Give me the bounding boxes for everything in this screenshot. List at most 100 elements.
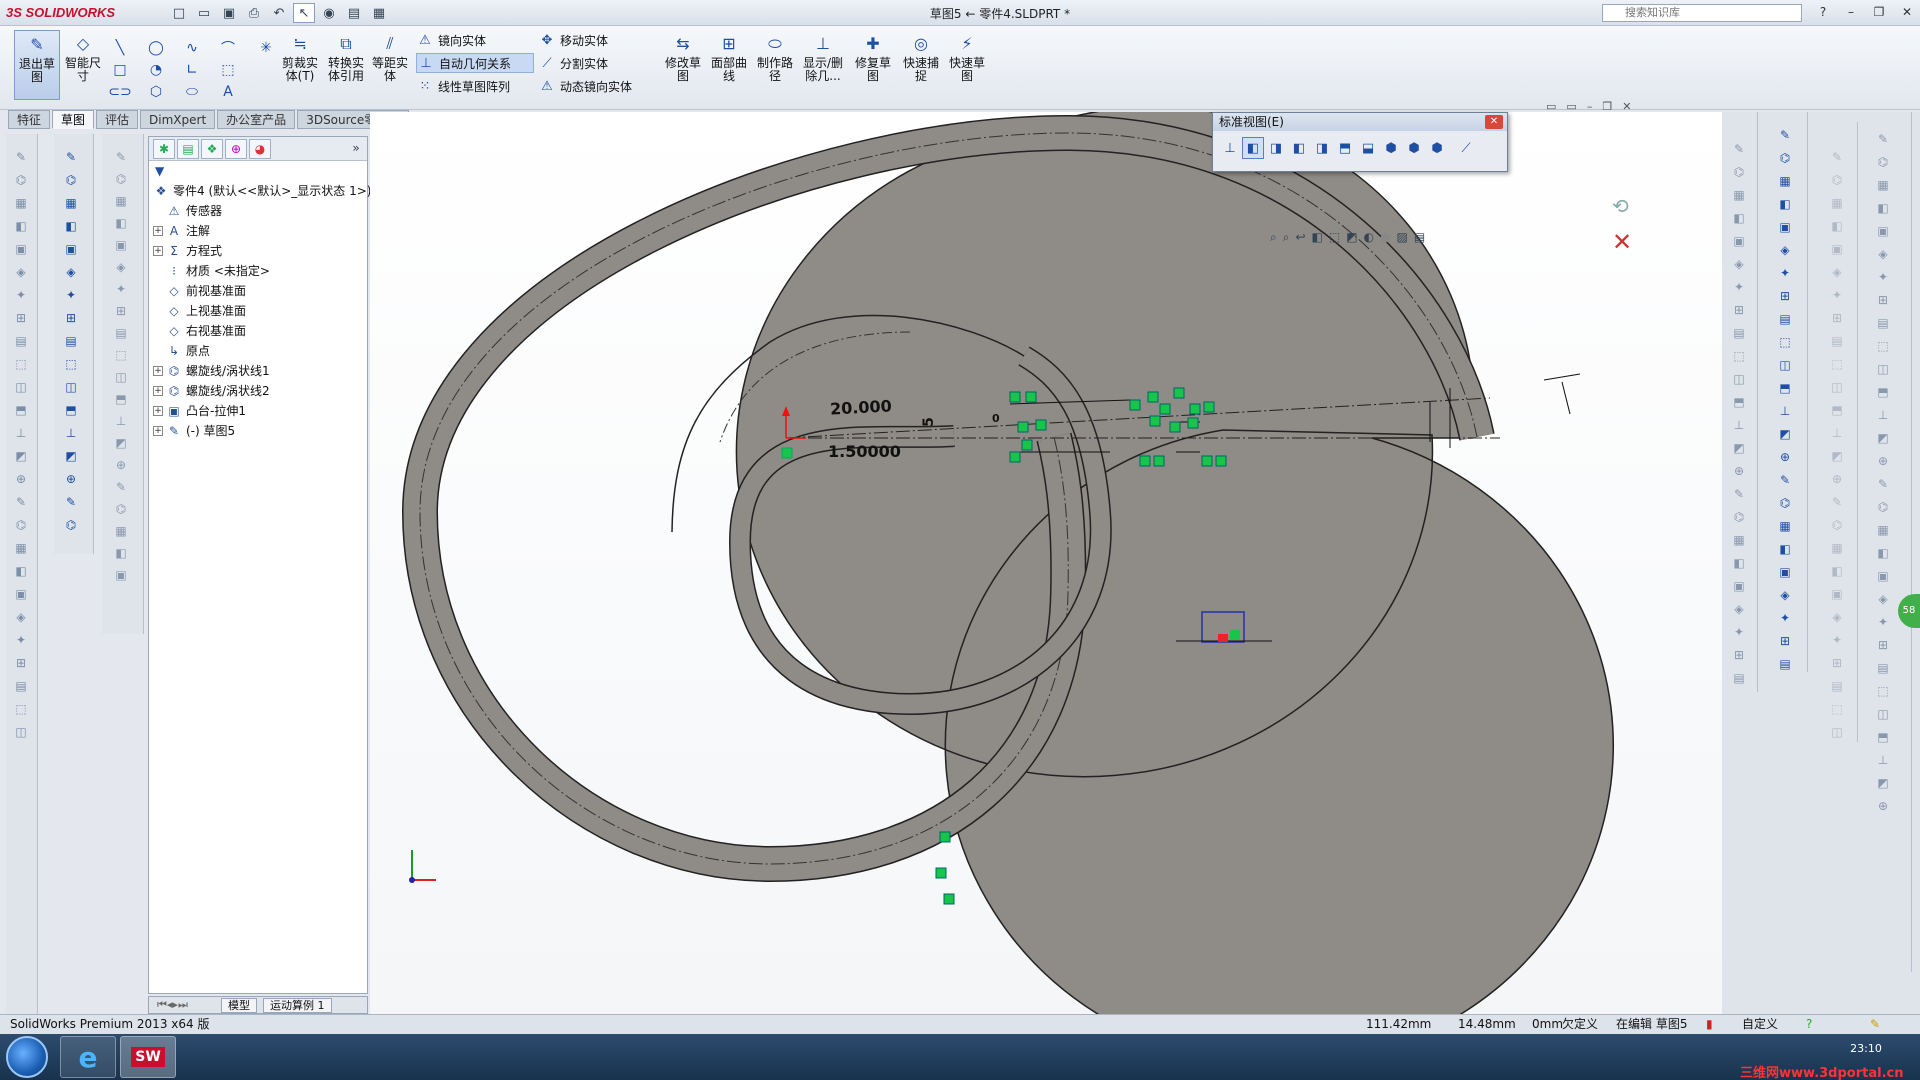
left-bar-1-tool-icon[interactable]: ◩ [12, 447, 30, 465]
trimetric-view-icon[interactable]: ⬢ [1403, 137, 1425, 159]
right-bar-4-tool-icon[interactable]: ⬚ [1874, 337, 1892, 355]
right-bar-4-tool-icon[interactable]: ▤ [1874, 314, 1892, 332]
left-view-icon[interactable]: ◧ [1288, 137, 1310, 159]
tree-item[interactable]: ⚠ 传感器 [153, 201, 222, 221]
tab-sketch[interactable]: 草图 [52, 110, 95, 129]
notes-status-icon[interactable]: ✎ [1870, 1015, 1880, 1034]
left-bar-1-tool-icon[interactable]: ⌬ [12, 516, 30, 534]
right-bar-1-tool-icon[interactable]: ✎ [1730, 485, 1748, 503]
right-bar-3-tool-icon[interactable]: ▦ [1828, 194, 1846, 212]
tree-item[interactable]: ◇ 前视基准面 [153, 281, 246, 301]
left-bar-3-tool-icon[interactable]: ▣ [112, 566, 130, 584]
left-bar-1-tool-icon[interactable]: ▣ [12, 240, 30, 258]
relation-marker-icon[interactable] [1017, 421, 1029, 433]
relation-marker-icon[interactable] [1009, 451, 1021, 463]
featuremanager-tab-icon[interactable]: ✱ [153, 139, 175, 159]
rectangle-icon[interactable]: □ [110, 60, 130, 80]
tab-office-products[interactable]: 办公室产品 [217, 110, 296, 129]
centerline-icon[interactable]: ∟ [182, 60, 202, 80]
right-bar-1-tool-icon[interactable]: ⊞ [1730, 301, 1748, 319]
right-bar-3-tool-icon[interactable]: ⊞ [1828, 654, 1846, 672]
right-bar-1-tool-icon[interactable]: ▦ [1730, 531, 1748, 549]
right-bar-2-tool-icon[interactable]: ◧ [1776, 540, 1794, 558]
right-bar-3-tool-icon[interactable]: ⊕ [1828, 470, 1846, 488]
left-bar-2-tool-icon[interactable]: ◫ [62, 378, 80, 396]
left-bar-1-tool-icon[interactable]: ✦ [12, 631, 30, 649]
left-bar-1-tool-icon[interactable]: ⊥ [12, 424, 30, 442]
expand-toggle-icon[interactable]: + [153, 246, 163, 256]
right-bar-1-tool-icon[interactable]: ▦ [1730, 186, 1748, 204]
scene-icon[interactable]: ▨ [1397, 230, 1408, 250]
right-bar-4-tool-icon[interactable]: ⬒ [1874, 383, 1892, 401]
viewport-minimize-icon[interactable]: – [1587, 100, 1593, 113]
zoom-area-icon[interactable]: ⌕ [1283, 230, 1290, 250]
right-bar-4-tool-icon[interactable]: ✎ [1874, 130, 1892, 148]
left-bar-1-tool-icon[interactable]: ⬚ [12, 355, 30, 373]
right-bar-4-tool-icon[interactable]: ⬚ [1874, 682, 1892, 700]
propertymanager-tab-icon[interactable]: ▤ [177, 139, 199, 159]
right-bar-1-tool-icon[interactable]: ◧ [1730, 554, 1748, 572]
spline-icon[interactable]: ∿ [182, 38, 202, 58]
dimension-1-5[interactable]: 1.50000 [828, 442, 901, 461]
undo-icon[interactable]: ↶ [268, 3, 290, 23]
right-bar-3-tool-icon[interactable]: ⬚ [1828, 700, 1846, 718]
display-delete-relations-button[interactable]: ⊥ 显示/删除几... [798, 30, 848, 100]
right-bar-4-tool-icon[interactable]: ▦ [1874, 176, 1892, 194]
expand-toggle-icon[interactable]: + [153, 406, 163, 416]
right-bar-4-tool-icon[interactable]: ⊥ [1874, 406, 1892, 424]
viewport-close-icon[interactable]: ✕ [1622, 100, 1631, 113]
view-settings-icon[interactable]: ▤ [1414, 230, 1425, 250]
right-bar-2-tool-icon[interactable]: ✦ [1776, 264, 1794, 282]
model-tab[interactable]: 模型 [221, 998, 257, 1013]
left-bar-3-tool-icon[interactable]: ⊕ [112, 456, 130, 474]
right-bar-4-tool-icon[interactable]: ◩ [1874, 774, 1892, 792]
right-view-icon[interactable]: ◨ [1311, 137, 1333, 159]
right-bar-3-tool-icon[interactable]: ◧ [1828, 217, 1846, 235]
trim-entities-button[interactable]: ≒ 剪裁实体(T) [278, 30, 322, 100]
left-bar-1-tool-icon[interactable]: ▤ [12, 677, 30, 695]
right-bar-3-tool-icon[interactable]: ▣ [1828, 585, 1846, 603]
arc-icon[interactable]: ◔ [146, 60, 166, 80]
right-bar-4-tool-icon[interactable]: ⊞ [1874, 636, 1892, 654]
left-bar-2-tool-icon[interactable]: ⊥ [62, 424, 80, 442]
left-bar-3-tool-icon[interactable]: ✎ [112, 148, 130, 166]
save-icon[interactable]: ▣ [218, 3, 240, 23]
tree-item[interactable]: ◇ 右视基准面 [153, 321, 246, 341]
move-entities-button[interactable]: ✥ 移动实体 [538, 30, 608, 50]
right-bar-1-tool-icon[interactable]: ◩ [1730, 439, 1748, 457]
auto-relations-button[interactable]: ⊥ 自动几何关系 [416, 53, 534, 73]
right-bar-1-tool-icon[interactable]: ⬚ [1730, 347, 1748, 365]
construction-geometry-icon[interactable]: ⬚ [218, 60, 238, 80]
left-bar-1-tool-icon[interactable]: ◫ [12, 378, 30, 396]
left-bar-1-tool-icon[interactable]: ⊞ [12, 654, 30, 672]
right-bar-3-tool-icon[interactable]: ◫ [1828, 378, 1846, 396]
left-bar-2-tool-icon[interactable]: ⊞ [62, 309, 80, 327]
minimize-button[interactable]: – [1840, 3, 1862, 21]
relation-marker-icon[interactable] [1025, 391, 1037, 403]
ellipse-icon[interactable]: ⬭ [182, 82, 202, 102]
previous-view-icon[interactable]: ↩ [1295, 230, 1305, 250]
right-bar-3-tool-icon[interactable]: ✦ [1828, 286, 1846, 304]
right-bar-4-tool-icon[interactable]: ▣ [1874, 567, 1892, 585]
left-bar-2-tool-icon[interactable]: ⌬ [62, 171, 80, 189]
confirm-corner-icon[interactable]: ⟲ [1612, 194, 1629, 218]
right-bar-2-tool-icon[interactable]: ◈ [1776, 241, 1794, 259]
left-bar-3-tool-icon[interactable]: ⌬ [112, 500, 130, 518]
left-bar-2-tool-icon[interactable]: ✎ [62, 493, 80, 511]
solidworks-logo[interactable]: 3S SOLIDWORKS [6, 3, 136, 23]
right-bar-2-tool-icon[interactable]: ▤ [1776, 655, 1794, 673]
right-bar-2-tool-icon[interactable]: ▦ [1776, 517, 1794, 535]
left-bar-3-tool-icon[interactable]: ✎ [112, 478, 130, 496]
relation-marker-icon[interactable] [1009, 391, 1021, 403]
rapid-snaps-button[interactable]: ◎ 快速捕捉 [898, 30, 944, 100]
right-bar-4-tool-icon[interactable]: ✦ [1874, 268, 1892, 286]
sketch-canvas[interactable] [370, 106, 1722, 1067]
right-bar-3-tool-icon[interactable]: ◈ [1828, 608, 1846, 626]
left-bar-2-tool-icon[interactable]: ▣ [62, 240, 80, 258]
options-icon[interactable]: ▦ [368, 3, 390, 23]
rapid-sketch-button[interactable]: ⚡ 快速草图 [944, 30, 990, 100]
relation-marker-icon[interactable] [1203, 401, 1215, 413]
relation-marker-icon[interactable] [1147, 391, 1159, 403]
rebuild-icon[interactable]: ◉ [318, 3, 340, 23]
right-bar-1-tool-icon[interactable]: ✎ [1730, 140, 1748, 158]
